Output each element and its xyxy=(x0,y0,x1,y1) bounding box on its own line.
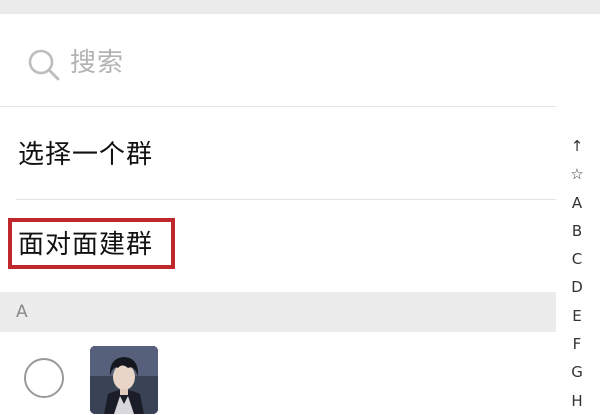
select-group-label: 选择一个群 xyxy=(18,140,154,170)
index-letter-a[interactable]: A xyxy=(566,189,588,217)
divider xyxy=(0,106,556,107)
index-letter-f[interactable]: F xyxy=(566,330,588,358)
alphabet-index-bar[interactable]: ↑ ☆ A B C D E F G H xyxy=(566,132,588,415)
select-radio[interactable] xyxy=(24,358,64,398)
status-strip xyxy=(0,0,600,14)
section-letter: A xyxy=(16,302,28,322)
avatar xyxy=(90,346,158,414)
contact-row[interactable] xyxy=(0,332,556,414)
index-letter-e[interactable]: E xyxy=(566,302,588,330)
index-letter-g[interactable]: G xyxy=(566,358,588,386)
index-star[interactable]: ☆ xyxy=(566,160,588,188)
highlight-annotation xyxy=(8,218,175,269)
index-letter-b[interactable]: B xyxy=(566,217,588,245)
index-top[interactable]: ↑ xyxy=(566,132,588,160)
index-letter-d[interactable]: D xyxy=(566,273,588,301)
search-placeholder: 搜索 xyxy=(70,48,125,78)
select-group-item[interactable]: 选择一个群 xyxy=(0,110,556,200)
index-letter-c[interactable]: C xyxy=(566,245,588,273)
section-header-a: A xyxy=(0,292,556,332)
index-letter-h[interactable]: H xyxy=(566,387,588,415)
search-icon xyxy=(26,47,62,83)
search-bar[interactable]: 搜索 xyxy=(0,14,600,106)
